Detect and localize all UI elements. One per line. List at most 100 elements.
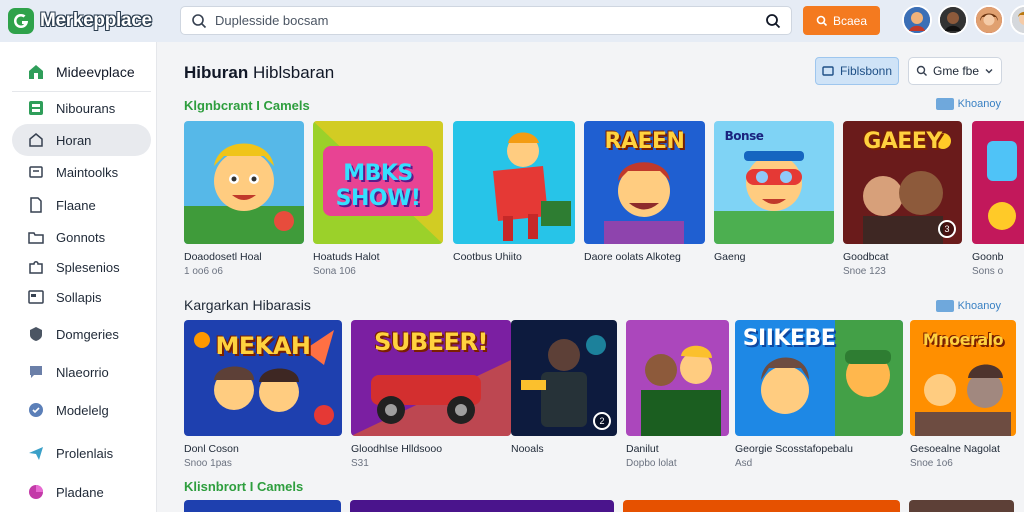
sidebar-item-label: Nlaeorrio: [56, 364, 109, 380]
app-logo[interactable]: Merkepplace: [0, 8, 170, 34]
sidebar-item-11[interactable]: Prolenlais: [12, 437, 151, 469]
sidebar-item-9[interactable]: Nlaeorrio: [12, 356, 151, 388]
sidebar-item-6[interactable]: Splesenios: [12, 251, 151, 283]
card-title: Goonb: [972, 251, 1004, 263]
sidebar-item-1[interactable]: Nibourans: [12, 92, 151, 124]
search-input[interactable]: [215, 13, 765, 28]
card-title: Nooals: [511, 443, 544, 455]
search-icon: [192, 13, 207, 28]
filter-button[interactable]: Fiblsbonn: [815, 57, 899, 85]
section-title: Klgnbcrant I Camels: [184, 98, 310, 113]
sidebar: Mideevplace Nibourans Horan Maintoolks F…: [0, 42, 157, 512]
header-action-button[interactable]: Bcaea: [803, 6, 880, 35]
game-thumbnail: RAEEN: [584, 121, 705, 244]
section-title: Klisnbrort I Camels: [184, 479, 304, 494]
game-card[interactable]: Doaodosetl Hoal 1 oo6 o6: [184, 121, 304, 277]
card-badge: 3: [938, 220, 956, 238]
thumbnail-art-text: SIIKEBE: [742, 326, 836, 351]
sidebar-item-label: Modelelg: [56, 402, 109, 418]
game-card[interactable]: SIIKEBE Georgie Scosstafopebalu Asd: [735, 320, 903, 469]
thumbnail-art-text: MBKS SHOW!: [335, 161, 421, 211]
sidebar-item-label: Flaane: [56, 197, 96, 213]
sidebar-item-3[interactable]: Maintoolks: [12, 156, 151, 188]
game-card[interactable]: SUBEER! Gloodhlse Hlldsooo S31: [351, 320, 511, 469]
sidebar-item-2[interactable]: Horan: [12, 124, 151, 156]
sort-dropdown[interactable]: Gme fbe: [908, 57, 1002, 85]
card-title: Gaeng: [714, 251, 746, 263]
sidebar-item-label: Horan: [56, 132, 92, 148]
sidebar-item-label: Gonnots: [56, 229, 106, 245]
sidebar-item-12[interactable]: Pladane: [12, 476, 151, 508]
sidebar-item-label: Mideevplace: [56, 64, 135, 80]
game-thumbnail: [972, 121, 1024, 244]
avatar-group: [902, 5, 1024, 35]
card-title: Cootbus Uhiito: [453, 251, 522, 263]
list-icon: [935, 300, 954, 312]
game-thumbnail[interactable]: [623, 500, 900, 512]
card-title: Daore oolats Alkoteg: [584, 251, 681, 263]
sidebar-item-label: Domgeries: [56, 326, 119, 342]
sidebar-item-label: Sollapis: [56, 289, 102, 305]
game-card[interactable]: Goonb Sons o: [972, 121, 1024, 277]
pie-icon: [29, 485, 43, 499]
avatar[interactable]: [902, 5, 932, 35]
game-thumbnail: Bonse: [714, 121, 834, 244]
game-card[interactable]: Mnoeralo Gesoealne Nagolat Snoe 1o6: [910, 320, 1016, 469]
game-card[interactable]: Bonse Gaeng: [714, 121, 834, 266]
sidebar-item-7[interactable]: Sollapis: [12, 281, 151, 313]
card-title: Danilut: [626, 443, 659, 455]
card-subtitle: Asd: [735, 458, 753, 469]
game-card[interactable]: Danilut Dopbo lolat: [626, 320, 729, 469]
avatar-image-icon: [904, 7, 930, 33]
thumbnail-art-text: SUBEER!: [374, 328, 488, 356]
sidebar-item-label: Nibourans: [56, 100, 116, 116]
card-title: Georgie Scosstafopebalu: [735, 443, 853, 455]
chevron-down-icon: [985, 69, 993, 74]
sidebar-item-label: Prolenlais: [56, 445, 114, 461]
game-thumbnail[interactable]: [350, 500, 615, 512]
sidebar-item-8[interactable]: Domgeries: [12, 318, 151, 350]
file-icon: [30, 197, 42, 213]
search-bar[interactable]: [180, 6, 792, 35]
section-title: Kargarkan Hibarasis: [184, 297, 311, 313]
avatar[interactable]: [974, 5, 1004, 35]
tools-icon: [29, 166, 43, 178]
game-card[interactable]: MEKAH Donl Coson Snoo 1pas: [184, 320, 342, 469]
game-card[interactable]: GAEEY 3 Goodbcat Snoe 123: [843, 121, 962, 277]
store-icon: [29, 65, 43, 79]
game-thumbnail: MBKS SHOW!: [313, 121, 443, 244]
game-thumbnail: 2: [511, 320, 617, 436]
sidebar-item-marketplace[interactable]: Mideevplace: [12, 56, 151, 88]
card-title: Goodbcat: [843, 251, 889, 263]
filter-icon: [822, 66, 834, 76]
game-thumbnail[interactable]: [184, 500, 342, 512]
game-card[interactable]: MBKS SHOW! Hoatuds Halot Sona 106: [313, 121, 443, 277]
card-subtitle: Snoe 123: [843, 266, 886, 277]
sidebar-item-10[interactable]: Modelelg: [12, 394, 151, 426]
sidebar-item-5[interactable]: Gonnots: [12, 221, 151, 253]
avatar-image-icon: [1012, 7, 1024, 33]
avatar[interactable]: [938, 5, 968, 35]
sidebar-item-label: Pladane: [56, 484, 104, 500]
card-subtitle: Sons o: [972, 266, 1004, 277]
game-card[interactable]: 2 Nooals: [511, 320, 617, 458]
shield-icon: [30, 327, 42, 341]
sidebar-item-4[interactable]: Flaane: [12, 189, 151, 221]
avatar[interactable]: [1010, 5, 1024, 35]
search-submit-icon[interactable]: [765, 13, 781, 29]
card-title: Donl Coson: [184, 443, 239, 455]
game-card[interactable]: Cootbus Uhiito: [453, 121, 575, 266]
see-all-link[interactable]: Khoanoy: [935, 300, 1001, 312]
see-all-link[interactable]: Khoanoy: [935, 98, 1001, 110]
game-thumbnail: MEKAH: [184, 320, 342, 436]
section-row-partial: [184, 500, 1014, 512]
folder-icon: [28, 232, 44, 244]
game-card[interactable]: RAEEN Daore oolats Alkoteg: [584, 121, 705, 266]
avatar-image-icon: [940, 7, 966, 33]
card-subtitle: Sona 106: [313, 266, 356, 277]
see-all-label: Khoanoy: [957, 300, 1001, 312]
game-thumbnail: GAEEY 3: [843, 121, 962, 244]
search-small-icon: [816, 15, 828, 26]
game-thumbnail[interactable]: [908, 500, 1014, 512]
main-content: Hiburan Hiblsbaran Fiblsbonn Gme fbe Klg…: [157, 42, 1024, 512]
